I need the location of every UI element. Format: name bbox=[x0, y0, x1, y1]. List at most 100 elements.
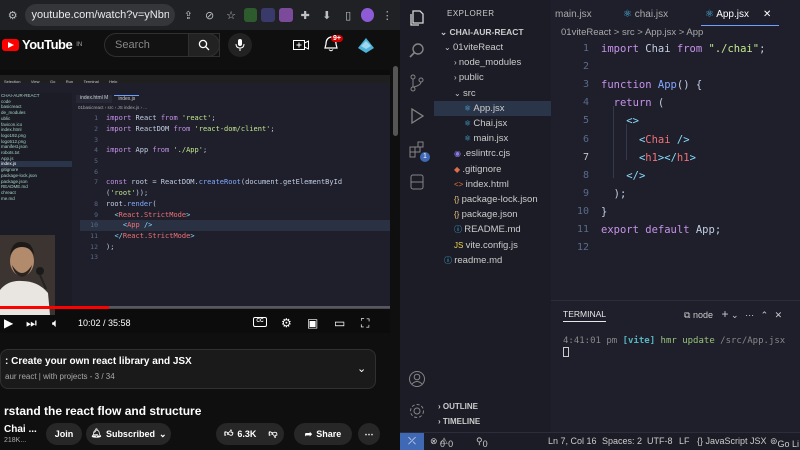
video-progress-bar[interactable] bbox=[0, 306, 390, 309]
line-ending[interactable]: LF bbox=[679, 436, 690, 446]
code-line[interactable]: 10} bbox=[551, 203, 800, 221]
file-tree-item[interactable]: ⌄ 01viteReact bbox=[434, 40, 551, 55]
like-button[interactable]: 👍︎ 6.3K 👎︎ bbox=[216, 423, 284, 445]
file-tree-item[interactable]: ⌄ src bbox=[434, 86, 551, 101]
tab-chai-jsx[interactable]: ⚛ chai.jsx bbox=[619, 4, 694, 26]
go-live-button[interactable]: ⊚ Go Li bbox=[770, 436, 799, 449]
youtube-logo[interactable]: YouTube IN bbox=[2, 37, 82, 52]
file-tree-item[interactable]: {} package.json bbox=[434, 207, 551, 222]
file-tree-item[interactable]: ⚛ Chai.jsx bbox=[434, 116, 551, 131]
miniplayer-icon[interactable]: ▣ bbox=[307, 316, 318, 330]
subscribed-button[interactable]: 🔔︎ Subscribed ⌄ bbox=[86, 423, 171, 445]
code-line[interactable]: 8 </> bbox=[551, 167, 800, 185]
remote-indicator-icon[interactable]: ⤫ bbox=[400, 433, 424, 450]
terminal-shell-name[interactable]: node bbox=[693, 310, 713, 320]
bookmark-star-icon[interactable]: ☆ bbox=[222, 6, 239, 24]
fullscreen-icon[interactable]: ⛶ bbox=[361, 316, 369, 331]
timeline-section[interactable]: › TIMELINE bbox=[438, 417, 480, 431]
site-info-icon[interactable]: ⚙ bbox=[4, 6, 21, 24]
share-button[interactable]: ➦ Share bbox=[294, 423, 352, 445]
file-tree-item[interactable]: ◆ .gitignore bbox=[434, 162, 551, 177]
page-scrollbar[interactable] bbox=[391, 60, 400, 450]
hide-icon[interactable]: ⊘ bbox=[201, 6, 218, 24]
file-tree-item[interactable]: JS vite.config.js bbox=[434, 238, 551, 253]
language-mode[interactable]: {} JavaScript JSX bbox=[697, 436, 767, 446]
create-button[interactable] bbox=[293, 38, 309, 56]
address-bar[interactable]: youtube.com/watch?v=yNbnA5pr... bbox=[25, 4, 176, 26]
voice-search-button[interactable] bbox=[228, 33, 252, 57]
theater-mode-icon[interactable]: ▭ bbox=[334, 316, 345, 330]
extension-icon-3[interactable] bbox=[278, 8, 293, 22]
downloads-icon[interactable]: ⬇ bbox=[318, 6, 335, 24]
close-icon[interactable]: ✕ bbox=[763, 9, 771, 20]
breadcrumb[interactable]: 01viteReact > src > App.jsx > App bbox=[561, 27, 703, 38]
chevron-down-icon[interactable]: ⌄ bbox=[357, 362, 366, 375]
channel-name[interactable]: Chai ... bbox=[4, 424, 37, 435]
chevron-down-icon[interactable]: ⌄ bbox=[731, 310, 739, 320]
account-icon[interactable] bbox=[408, 370, 426, 388]
search-icon[interactable] bbox=[408, 42, 426, 60]
code-line[interactable]: 1 import Chai from "./chai"; bbox=[551, 40, 800, 58]
code-line[interactable]: 4 return ( bbox=[551, 94, 800, 112]
extension-icon-2[interactable] bbox=[261, 8, 275, 22]
file-tree-item[interactable]: ⓘ readme.md bbox=[434, 253, 551, 268]
project-root[interactable]: ⌄ CHAI-AUR-REACT bbox=[440, 27, 524, 38]
outline-section[interactable]: › OUTLINE bbox=[438, 402, 478, 416]
captions-icon[interactable]: CC bbox=[253, 317, 267, 327]
source-control-icon[interactable] bbox=[408, 74, 426, 92]
search-button[interactable] bbox=[188, 33, 220, 57]
info-icon: ⓘ bbox=[444, 255, 455, 265]
code-line[interactable]: 5 <> bbox=[551, 112, 800, 130]
explorer-files-icon[interactable] bbox=[408, 9, 426, 27]
cursor-position[interactable]: Ln 7, Col 16 bbox=[548, 436, 597, 446]
more-actions-button[interactable]: ⋯ bbox=[358, 423, 380, 445]
run-debug-icon[interactable] bbox=[408, 107, 426, 125]
join-button[interactable]: Join bbox=[46, 423, 82, 445]
code-line[interactable]: 11 export default App; bbox=[551, 221, 800, 239]
ports-indicator[interactable]: ⚲ 0 bbox=[476, 436, 488, 449]
menu-kebab-icon[interactable]: ⋮ bbox=[378, 6, 395, 24]
playlist-panel[interactable]: : Create your own react library and JSX … bbox=[0, 349, 376, 389]
terminal-tab[interactable]: TERMINAL bbox=[563, 309, 606, 322]
file-tree-item[interactable]: ⓘ README.md bbox=[434, 222, 551, 237]
file-tree-item[interactable]: ⚛ main.jsx bbox=[434, 131, 551, 146]
close-panel-icon[interactable]: ✕ bbox=[775, 310, 783, 320]
notification-badge: 9+ bbox=[331, 35, 343, 42]
file-tree-item[interactable]: <> index.html bbox=[434, 177, 551, 192]
video-frame-tabs: index.html M index.js bbox=[76, 95, 140, 103]
scrollbar-thumb[interactable] bbox=[393, 66, 398, 136]
account-avatar[interactable] bbox=[355, 34, 377, 56]
code-line[interactable]: 9 ); bbox=[551, 185, 800, 203]
code-line[interactable]: 7 <h1></h1> bbox=[551, 149, 800, 167]
chevron-up-icon[interactable]: ⌃ bbox=[761, 310, 769, 320]
more-icon[interactable]: ⋯ bbox=[745, 310, 754, 320]
tab-app-jsx[interactable]: ⚛ App.jsx ✕ bbox=[701, 4, 779, 26]
code-line[interactable]: 3 function App() { bbox=[551, 76, 800, 94]
play-icon[interactable]: ▶ bbox=[4, 316, 13, 330]
extension-icon[interactable] bbox=[243, 8, 258, 22]
profile-avatar[interactable] bbox=[360, 8, 375, 22]
code-line[interactable]: 2 bbox=[551, 58, 800, 76]
add-terminal-icon[interactable]: + bbox=[721, 307, 728, 321]
share-icon[interactable]: ⇪ bbox=[179, 6, 196, 24]
file-tree-item[interactable]: › node_modules bbox=[434, 55, 551, 70]
file-tree-item[interactable]: › public bbox=[434, 70, 551, 85]
thumbs-down-icon[interactable]: 👎︎ bbox=[268, 429, 277, 439]
file-tree-item[interactable]: ◉ .eslintrc.cjs bbox=[434, 146, 551, 161]
problems-indicator[interactable]: ⊗ 0 ⚠ 0 bbox=[430, 436, 453, 449]
indent-setting[interactable]: Spaces: 2 bbox=[602, 436, 642, 446]
tab-main-jsx[interactable]: main.jsx bbox=[553, 4, 608, 26]
remote-explorer-icon[interactable] bbox=[408, 173, 426, 191]
file-tree-item[interactable]: ⚛ App.jsx bbox=[434, 100, 551, 116]
encoding[interactable]: UTF-8 bbox=[647, 436, 673, 446]
settings-gear-icon[interactable] bbox=[408, 402, 426, 420]
file-tree-item[interactable]: {} package-lock.json bbox=[434, 192, 551, 207]
mini-code-line: 11 </React.StrictMode> bbox=[80, 231, 390, 242]
volume-icon[interactable]: 🔈︎ bbox=[52, 316, 59, 331]
settings-gear-icon[interactable]: ⚙ bbox=[281, 316, 292, 330]
sidepanel-icon[interactable]: ▯ bbox=[339, 6, 356, 24]
code-line[interactable]: 12 bbox=[551, 239, 800, 257]
extensions-puzzle-icon[interactable]: ✚ bbox=[297, 6, 314, 24]
code-line[interactable]: 6 <Chai /> bbox=[551, 131, 800, 149]
next-icon[interactable]: ⏭ bbox=[26, 316, 37, 331]
